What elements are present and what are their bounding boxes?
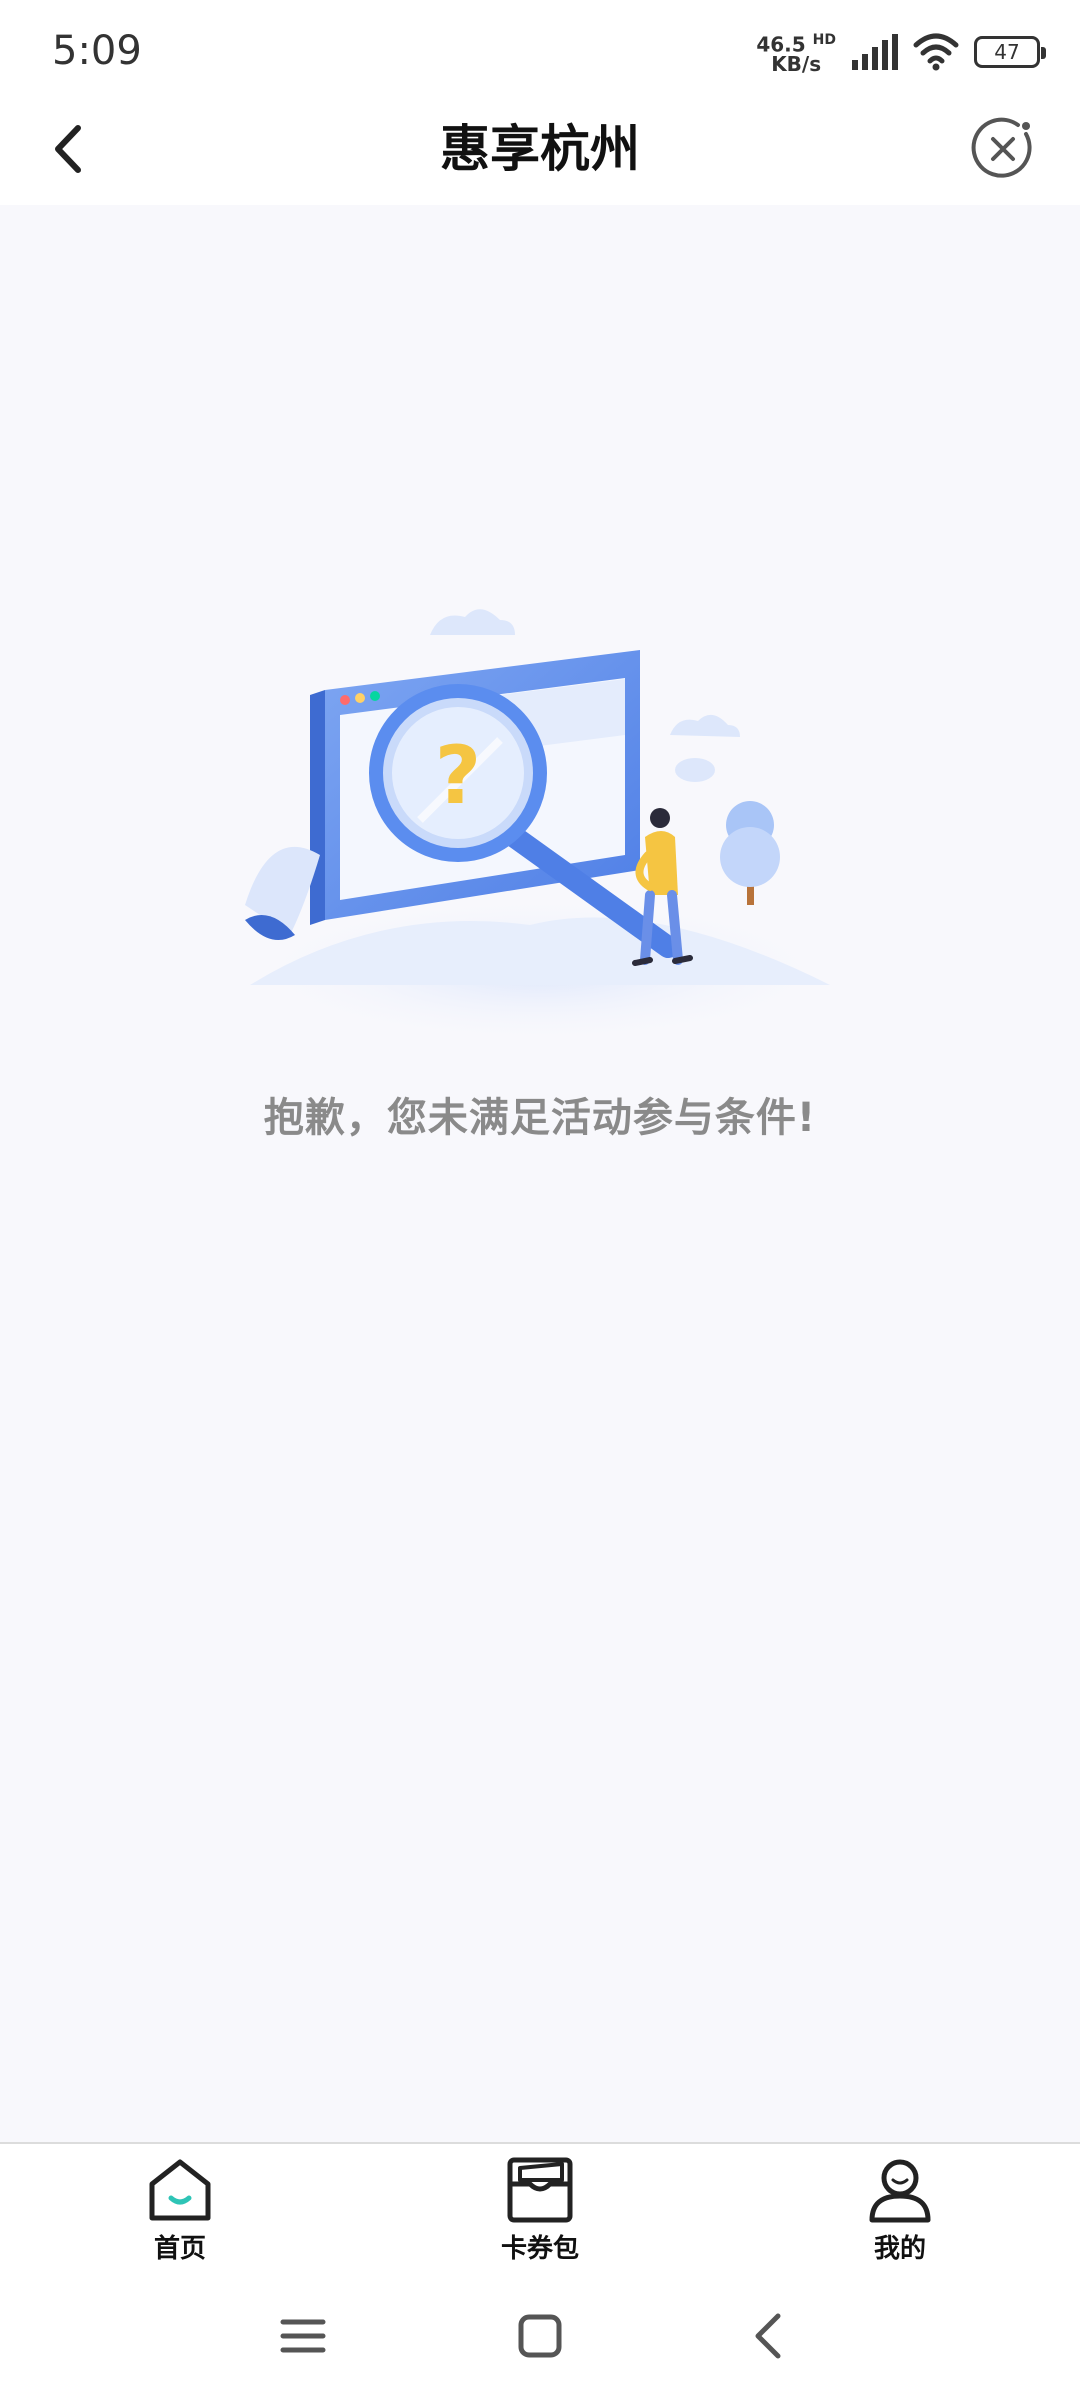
battery-icon: 47	[974, 36, 1046, 68]
tab-label: 我的	[873, 2234, 926, 2264]
main-content: ? 抱歉，您未满足活动参与条件!	[0, 205, 1080, 2142]
tab-label: 首页	[153, 2234, 206, 2264]
home-icon	[149, 2159, 211, 2221]
svg-text:?: ?	[435, 729, 481, 822]
wifi-icon	[913, 33, 959, 71]
user-icon	[869, 2159, 931, 2223]
back-icon[interactable]	[40, 114, 110, 184]
menu-icon[interactable]	[275, 2308, 331, 2364]
hd-label: HD	[812, 31, 836, 48]
status-icons: 46.5 HD KB/s 47	[756, 30, 1046, 75]
nav-bar: 惠享杭州	[0, 100, 1080, 205]
system-navigation-bar	[0, 2272, 1080, 2400]
tab-home[interactable]: 首页	[0, 2144, 360, 2272]
status-time: 5:09	[52, 28, 142, 74]
tab-label: 卡券包	[500, 2234, 579, 2264]
search-not-found-illustration: ?	[240, 609, 840, 1045]
net-speed-unit: KB/s	[771, 52, 822, 77]
system-back-icon[interactable]	[742, 2308, 798, 2364]
battery-level: 47	[994, 40, 1020, 64]
close-icon[interactable]	[966, 112, 1040, 186]
network-speed: 46.5 HD KB/s	[756, 30, 836, 75]
signal-icon	[852, 34, 898, 70]
home-button-icon[interactable]	[512, 2308, 568, 2364]
not-eligible-message: 抱歉，您未满足活动参与条件!	[263, 1095, 817, 1141]
wallet-icon	[507, 2157, 573, 2223]
tab-mine[interactable]: 我的	[720, 2144, 1080, 2272]
tab-bar: 首页 卡券包 我的	[0, 2142, 1080, 2272]
status-bar: 5:09 46.5 HD KB/s 47	[0, 0, 1080, 100]
page-title: 惠享杭州	[440, 120, 640, 178]
tab-wallet[interactable]: 卡券包	[360, 2144, 720, 2272]
